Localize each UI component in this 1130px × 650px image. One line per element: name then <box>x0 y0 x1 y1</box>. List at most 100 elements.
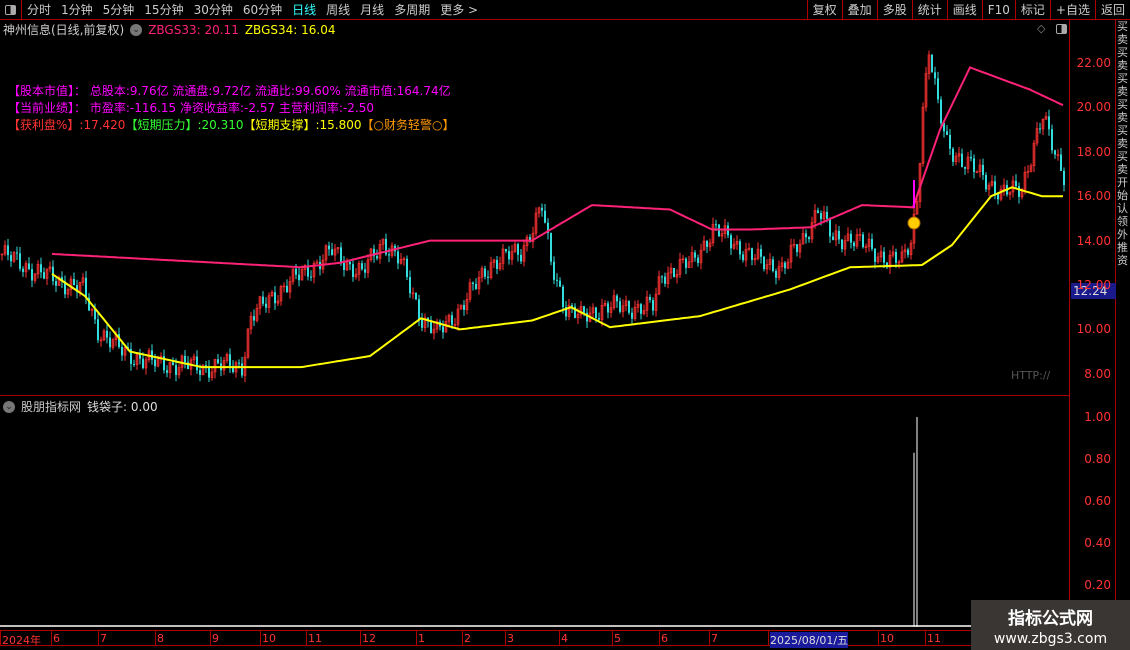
candle-body <box>1048 116 1050 130</box>
candle-body <box>874 248 876 262</box>
candle-body <box>739 241 741 255</box>
date-label: 3 <box>507 632 514 645</box>
candle-body <box>730 235 732 249</box>
candle-body <box>832 236 834 240</box>
candle-body <box>451 315 453 325</box>
candle-body <box>475 283 477 289</box>
candle-body <box>199 370 201 375</box>
candle-body <box>142 358 144 368</box>
date-label: 2024年 <box>2 634 41 647</box>
indicator-tick: 0.40 <box>1084 536 1111 550</box>
candle-body <box>838 230 840 240</box>
candle-body <box>895 251 897 263</box>
candle-body <box>196 356 198 371</box>
candle-body <box>310 276 312 278</box>
candle-body <box>166 370 168 373</box>
candle-body <box>175 365 177 375</box>
candle-body <box>961 153 963 167</box>
candle-body <box>421 319 423 328</box>
candle-body <box>40 264 42 273</box>
right-tab-strip[interactable]: 买卖买卖买卖买卖买卖买卖开始认领外推资 <box>1117 20 1130 630</box>
candle-body <box>55 281 57 286</box>
action-button-8[interactable]: 返回 <box>1094 0 1130 20</box>
candle-body <box>328 245 330 250</box>
candle-body <box>817 210 819 214</box>
date-label: 10 <box>262 632 276 645</box>
candle-body <box>940 99 942 124</box>
candle-body <box>496 259 498 269</box>
candle-body <box>274 292 276 304</box>
candle-body <box>640 304 642 314</box>
candle-body <box>715 224 717 226</box>
candle-body <box>139 354 141 359</box>
candle-body <box>415 292 417 300</box>
candle-body <box>598 317 600 320</box>
candle-body <box>751 248 753 260</box>
candle-body <box>871 239 873 249</box>
date-label: 1 <box>418 632 425 645</box>
candle-body <box>505 248 507 252</box>
price-tick: 12.00 <box>1076 278 1111 292</box>
date-label: 9 <box>212 632 219 645</box>
candle-body <box>826 211 828 219</box>
candle-body <box>31 269 33 281</box>
price-tick: 20.00 <box>1076 100 1111 115</box>
candle-body <box>631 312 633 319</box>
chevron-down-icon[interactable]: ⌄ <box>3 400 15 413</box>
candle-body <box>550 232 552 262</box>
candle-body <box>760 249 762 257</box>
candle-body <box>841 239 843 250</box>
price-tick: 14.00 <box>1076 233 1111 248</box>
candle-body <box>946 131 948 135</box>
candle-body <box>340 247 342 263</box>
candle-body <box>853 242 855 247</box>
candle-body <box>556 279 558 281</box>
date-label: 7 <box>100 632 107 645</box>
indicator-tick: 0.80 <box>1084 452 1111 466</box>
candle-body <box>265 303 267 308</box>
candle-body <box>652 300 654 311</box>
candle-body <box>907 249 909 255</box>
candle-body <box>982 164 984 175</box>
candle-body <box>508 251 510 260</box>
candle-body <box>763 256 765 270</box>
candle-body <box>487 276 489 278</box>
candle-body <box>43 272 45 279</box>
candle-body <box>661 276 663 278</box>
candle-body <box>562 286 564 308</box>
candle-body <box>238 362 240 364</box>
candle-body <box>172 362 174 366</box>
candle-body <box>1063 170 1065 186</box>
candle-body <box>742 254 744 261</box>
date-label: 12 <box>362 632 376 645</box>
candle-body <box>364 269 366 273</box>
watermark-logo: 指标公式网 www.zbgs3.com <box>971 600 1130 650</box>
candle-body <box>10 255 12 262</box>
indicator-value: 钱袋子: 0.00 <box>87 400 158 414</box>
candle-body <box>706 241 708 247</box>
candle-body <box>520 254 522 262</box>
candle-body <box>1051 129 1053 151</box>
date-label: 11 <box>308 632 322 645</box>
candle-body <box>352 264 354 277</box>
candle-body <box>349 261 351 265</box>
candle-body <box>553 261 555 280</box>
candle-body <box>151 350 153 360</box>
candle-body <box>28 263 30 270</box>
candle-body <box>361 263 363 270</box>
candle-body <box>295 268 297 275</box>
indicator-title: ⌄ 股朋指标网 钱袋子: 0.00 <box>3 398 158 415</box>
candle-body <box>472 282 474 284</box>
date-label: 6 <box>53 632 60 645</box>
candle-body <box>931 54 933 73</box>
candle-body <box>796 244 798 253</box>
price-chart[interactable] <box>0 0 1069 630</box>
candle-body <box>775 271 777 278</box>
indicator-name: 股朋指标网 <box>21 400 82 414</box>
candle-body <box>1039 128 1041 130</box>
date-label: 6 <box>661 632 668 645</box>
candle-body <box>19 253 21 269</box>
candle-body <box>121 347 123 356</box>
candle-body <box>949 134 951 149</box>
candle-body <box>133 363 135 365</box>
